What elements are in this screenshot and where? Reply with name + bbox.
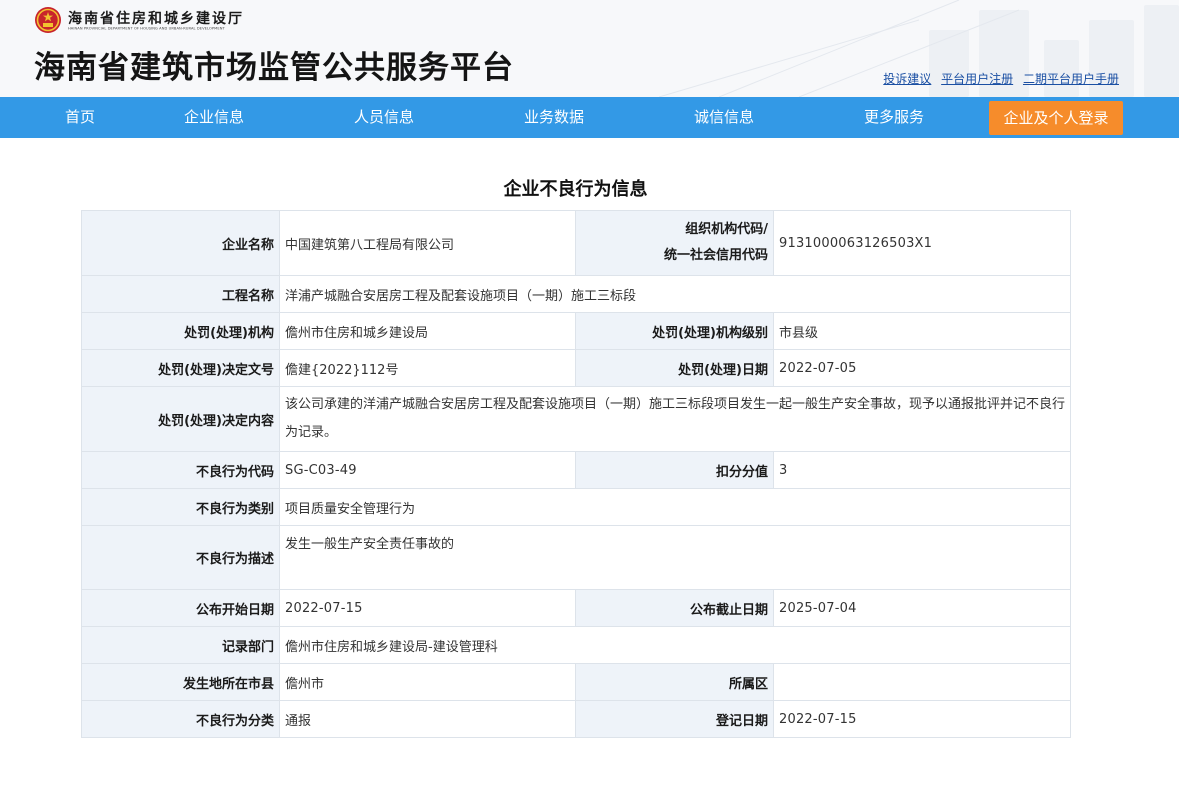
nav-more-services[interactable]: 更多服务 <box>858 97 930 138</box>
site-header: 海南省住房和城乡建设厅 HAINAN PROVINCIAL DEPARTMENT… <box>0 0 1179 97</box>
publish-start-value: 2022-07-15 <box>279 589 576 627</box>
publish-start-label: 公布开始日期 <box>81 589 280 627</box>
classification-value: 通报 <box>279 700 576 738</box>
table-row: 不良行为代码 SG-C03-49 扣分分值 3 <box>81 451 1071 489</box>
project-name-label: 工程名称 <box>81 275 280 313</box>
table-row: 公布开始日期 2022-07-15 公布截止日期 2025-07-04 <box>81 589 1071 627</box>
publish-end-label: 公布截止日期 <box>575 589 774 627</box>
nav-business-data[interactable]: 业务数据 <box>518 97 590 138</box>
score-value: 3 <box>773 451 1071 489</box>
register-date-value: 2022-07-15 <box>773 700 1071 738</box>
record-department-value: 儋州市住房和城乡建设局-建设管理科 <box>279 626 1071 664</box>
org-code-value: 9131000063126503X1 <box>773 210 1071 276</box>
table-row: 处罚(处理)决定内容 该公司承建的洋浦产城融合安居房工程及配套设施项目（一期）施… <box>81 386 1071 452</box>
behavior-category-value: 项目质量安全管理行为 <box>279 488 1071 526</box>
company-name-value: 中国建筑第八工程局有限公司 <box>279 210 576 276</box>
site-title: 海南省建筑市场监管公共服务平台 <box>34 50 514 86</box>
table-row: 处罚(处理)机构 儋州市住房和城乡建设局 处罚(处理)机构级别 市县级 <box>81 312 1071 350</box>
nav-personnel-info[interactable]: 人员信息 <box>348 97 420 138</box>
decision-date-label: 处罚(处理)日期 <box>575 349 774 387</box>
decision-number-label: 处罚(处理)决定文号 <box>81 349 280 387</box>
behavior-code-value: SG-C03-49 <box>279 451 576 489</box>
decision-content-label: 处罚(处理)决定内容 <box>81 386 280 452</box>
record-department-label: 记录部门 <box>81 626 280 664</box>
authority-value: 儋州市住房和城乡建设局 <box>279 312 576 350</box>
behavior-description-cell: 发生一般生产安全责任事故的 <box>279 525 1071 590</box>
org-code-label-line2: 统一社会信用代码 <box>663 248 768 263</box>
table-row: 记录部门 儋州市住房和城乡建设局-建设管理科 <box>81 626 1071 664</box>
main-nav: 首页 企业信息 人员信息 业务数据 诚信信息 更多服务 企业及个人登录 <box>0 97 1179 138</box>
authority-level-value: 市县级 <box>773 312 1071 350</box>
org-code-label-line1: 组织机构代码/ <box>685 222 768 237</box>
complaint-link[interactable]: 投诉建议 <box>883 72 931 86</box>
nav-company-info[interactable]: 企业信息 <box>178 97 250 138</box>
table-row: 发生地所在市县 儋州市 所属区 <box>81 663 1071 701</box>
authority-label: 处罚(处理)机构 <box>81 312 280 350</box>
authority-level-label: 处罚(处理)机构级别 <box>575 312 774 350</box>
nav-credit-info[interactable]: 诚信信息 <box>688 97 760 138</box>
district-value <box>773 663 1071 701</box>
bad-behavior-table: 企业名称 中国建筑第八工程局有限公司 组织机构代码/ 统一社会信用代码 9131… <box>81 210 1071 738</box>
table-row: 工程名称 洋浦产城融合安居房工程及配套设施项目（一期）施工三标段 <box>81 275 1071 313</box>
score-label: 扣分分值 <box>575 451 774 489</box>
table-row: 不良行为描述 发生一般生产安全责任事故的 <box>81 525 1071 590</box>
department-name: 海南省住房和城乡建设厅 <box>68 11 244 27</box>
behavior-description-label: 不良行为描述 <box>81 525 280 590</box>
behavior-description-value: 发生一般生产安全责任事故的 <box>285 537 455 552</box>
decision-number-value: 儋建{2022}112号 <box>279 349 576 387</box>
behavior-category-label: 不良行为类别 <box>81 488 280 526</box>
publish-end-value: 2025-07-04 <box>773 589 1071 627</box>
behavior-code-label: 不良行为代码 <box>81 451 280 489</box>
table-row: 处罚(处理)决定文号 儋建{2022}112号 处罚(处理)日期 2022-07… <box>81 349 1071 387</box>
org-code-label: 组织机构代码/ 统一社会信用代码 <box>575 210 774 276</box>
decision-content-value: 该公司承建的洋浦产城融合安居房工程及配套设施项目（一期）施工三标段项目发生一起一… <box>279 386 1071 452</box>
register-date-label: 登记日期 <box>575 700 774 738</box>
user-manual-link[interactable]: 二期平台用户手册 <box>1023 72 1119 86</box>
company-name-label: 企业名称 <box>81 210 280 276</box>
login-button[interactable]: 企业及个人登录 <box>989 101 1123 135</box>
classification-label: 不良行为分类 <box>81 700 280 738</box>
national-emblem-icon <box>35 7 61 33</box>
nav-home[interactable]: 首页 <box>52 97 108 138</box>
district-label: 所属区 <box>575 663 774 701</box>
page-title: 企业不良行为信息 <box>503 179 648 200</box>
table-row: 不良行为类别 项目质量安全管理行为 <box>81 488 1071 526</box>
register-link[interactable]: 平台用户注册 <box>941 72 1013 86</box>
city-label: 发生地所在市县 <box>81 663 280 701</box>
department-name-english: HAINAN PROVINCIAL DEPARTMENT OF HOUSING … <box>68 26 225 31</box>
table-row: 企业名称 中国建筑第八工程局有限公司 组织机构代码/ 统一社会信用代码 9131… <box>81 210 1071 276</box>
decision-date-value: 2022-07-05 <box>773 349 1071 387</box>
table-row: 不良行为分类 通报 登记日期 2022-07-15 <box>81 700 1071 738</box>
city-value: 儋州市 <box>279 663 576 701</box>
top-links: 投诉建议 平台用户注册 二期平台用户手册 <box>877 70 1119 87</box>
project-name-value: 洋浦产城融合安居房工程及配套设施项目（一期）施工三标段 <box>279 275 1071 313</box>
